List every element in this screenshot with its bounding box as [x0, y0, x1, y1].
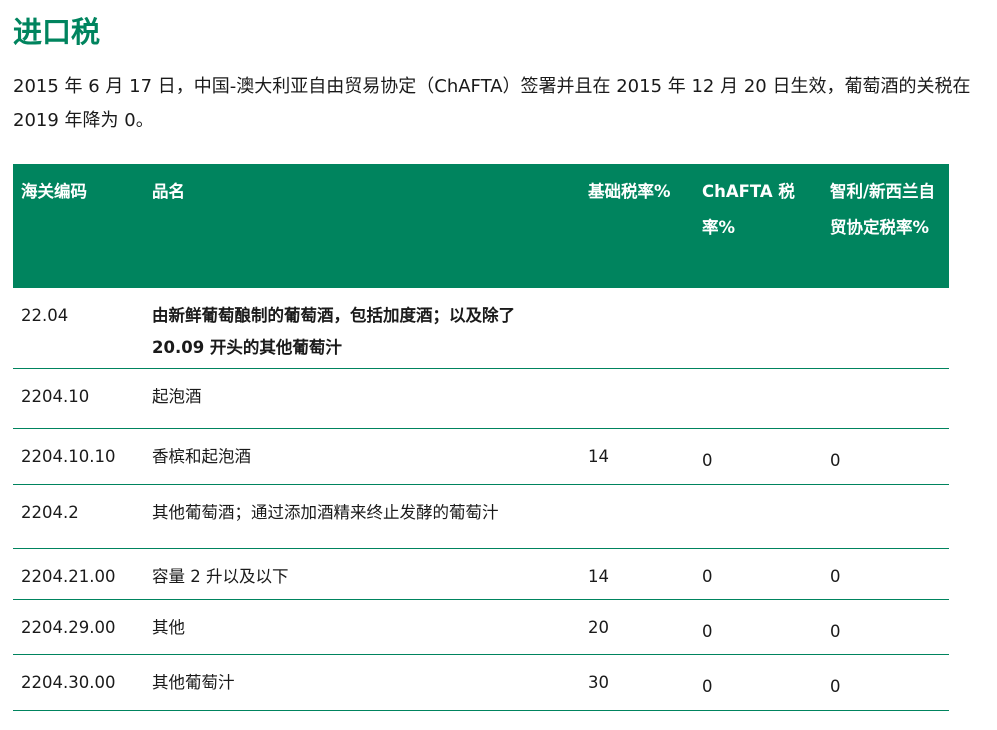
cell-base: 14	[580, 548, 694, 600]
cell-chafta: 0	[694, 428, 822, 485]
cell-base	[580, 484, 694, 549]
cell-fta	[822, 288, 949, 369]
cell-code: 2204.21.00	[13, 548, 144, 600]
table-row: 2204.10 起泡酒	[13, 368, 949, 429]
cell-code: 2204.29.00	[13, 599, 144, 655]
cell-base: 30	[580, 654, 694, 711]
import-tariff-table: 海关编码 品名 基础税率% ChAFTA 税率% 智利/新西兰自贸协定税率% 2…	[13, 164, 949, 711]
cell-base	[580, 368, 694, 429]
cell-name: 由新鲜葡萄酿制的葡萄酒，包括加度酒；以及除了 20.09 开头的其他葡萄汁	[144, 288, 580, 369]
table-row: 2204.10.10 香槟和起泡酒 14 0 0	[13, 428, 949, 485]
cell-chafta	[694, 484, 822, 549]
header-base-rate: 基础税率%	[588, 182, 671, 201]
cell-code: 2204.2	[13, 484, 144, 549]
table-row: 2204.21.00 容量 2 升以及以下 14 0 0	[13, 548, 949, 600]
header-chafta-rate: ChAFTA 税率%	[702, 182, 795, 237]
cell-name: 其他葡萄汁	[144, 654, 580, 711]
cell-chafta: 0	[694, 599, 822, 655]
table-body: 22.04 由新鲜葡萄酿制的葡萄酒，包括加度酒；以及除了 20.09 开头的其他…	[13, 288, 949, 711]
cell-chafta	[694, 368, 822, 429]
cell-code: 22.04	[13, 288, 144, 369]
intro-paragraph: 2015 年 6 月 17 日，中国-澳大利亚自由贸易协定（ChAFTA）签署并…	[13, 76, 971, 131]
table-row: 2204.29.00 其他 20 0 0	[13, 599, 949, 655]
cell-chafta: 0	[694, 548, 822, 600]
cell-name: 其他	[144, 599, 580, 655]
cell-name: 容量 2 升以及以下	[144, 548, 580, 600]
cell-base: 20	[580, 599, 694, 655]
cell-fta: 0	[822, 548, 949, 600]
cell-code: 2204.10	[13, 368, 144, 429]
cell-base: 14	[580, 428, 694, 485]
cell-name: 起泡酒	[144, 368, 580, 429]
cell-code: 2204.10.10	[13, 428, 144, 485]
cell-fta: 0	[822, 654, 949, 711]
cell-chafta: 0	[694, 654, 822, 711]
cell-fta: 0	[822, 599, 949, 655]
cell-fta	[822, 484, 949, 549]
cell-fta	[822, 368, 949, 429]
header-hs-code: 海关编码	[21, 182, 87, 201]
header-product-name: 品名	[152, 182, 185, 201]
cell-base	[580, 288, 694, 369]
header-fta-rate: 智利/新西兰自贸协定税率%	[830, 182, 936, 237]
cell-name: 其他葡萄酒；通过添加酒精来终止发酵的葡萄汁	[144, 484, 580, 549]
cell-fta: 0	[822, 428, 949, 485]
cell-code: 2204.30.00	[13, 654, 144, 711]
table-row: 22.04 由新鲜葡萄酿制的葡萄酒，包括加度酒；以及除了 20.09 开头的其他…	[13, 288, 949, 369]
cell-chafta	[694, 288, 822, 369]
table-row: 2204.2 其他葡萄酒；通过添加酒精来终止发酵的葡萄汁	[13, 484, 949, 549]
table-row: 2204.30.00 其他葡萄汁 30 0 0	[13, 654, 949, 711]
page-title: 进口税	[13, 15, 101, 49]
table-header-row: 海关编码 品名 基础税率% ChAFTA 税率% 智利/新西兰自贸协定税率%	[13, 164, 949, 288]
cell-name: 香槟和起泡酒	[144, 428, 580, 485]
